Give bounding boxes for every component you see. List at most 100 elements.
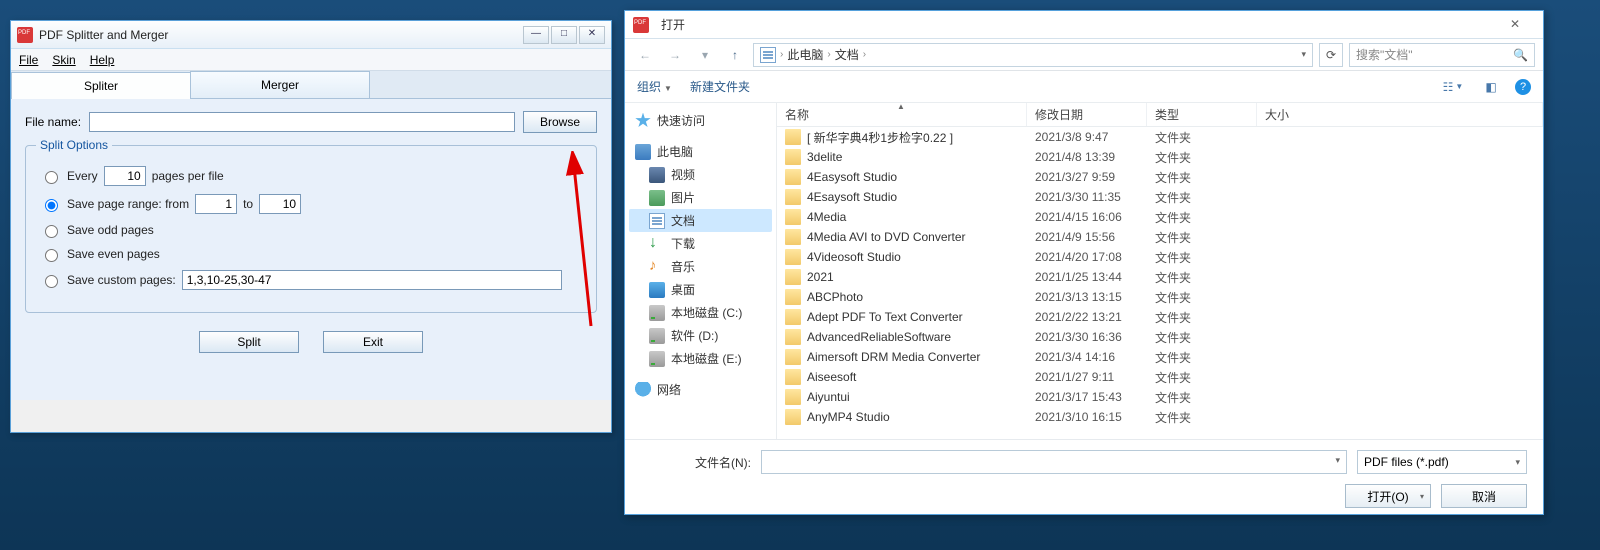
minimize-button[interactable]: —: [523, 26, 549, 44]
maximize-button[interactable]: □: [551, 26, 577, 44]
nav-up-button[interactable]: ↑: [723, 43, 747, 67]
tree-item[interactable]: 快速访问: [629, 109, 772, 132]
every-value-input[interactable]: [104, 166, 146, 186]
tree-item[interactable]: 视频: [629, 163, 772, 186]
open-button[interactable]: 打开(O): [1345, 484, 1431, 508]
tree-item[interactable]: ♪音乐: [629, 255, 772, 278]
help-button[interactable]: ?: [1515, 79, 1531, 95]
file-row[interactable]: 4Easysoft Studio2021/3/27 9:59文件夹: [777, 167, 1543, 187]
breadcrumb-doc-icon: [760, 47, 776, 63]
range-to-input[interactable]: [259, 194, 301, 214]
refresh-button[interactable]: ⟳: [1319, 43, 1343, 67]
tree-item-label: 软件 (D:): [671, 327, 718, 344]
menu-skin[interactable]: Skin: [52, 53, 75, 67]
pc-icon: [635, 144, 651, 160]
open-close-button[interactable]: ✕: [1495, 15, 1535, 35]
toolbar-organize[interactable]: 组织▼: [637, 78, 672, 95]
file-row[interactable]: 20212021/1/25 13:44文件夹: [777, 267, 1543, 287]
filename-input[interactable]: [89, 112, 515, 132]
custom-pages-input[interactable]: [182, 270, 562, 290]
nav-recent-button[interactable]: ▾: [693, 43, 717, 67]
file-name: Aiyuntui: [807, 390, 850, 404]
file-name: AdvancedReliableSoftware: [807, 330, 951, 344]
file-row[interactable]: 4Videosoft Studio2021/4/20 17:08文件夹: [777, 247, 1543, 267]
file-name: 2021: [807, 270, 834, 284]
tree-item[interactable]: ↓下载: [629, 232, 772, 255]
breadcrumb-p1[interactable]: 此电脑: [787, 46, 823, 63]
open-filename-input[interactable]: [761, 450, 1347, 474]
tree-item-label: 快速访问: [657, 112, 705, 129]
file-row[interactable]: AdvancedReliableSoftware2021/3/30 16:36文…: [777, 327, 1543, 347]
toolbar-new-folder[interactable]: 新建文件夹: [690, 78, 750, 95]
file-type-filter-label: PDF files (*.pdf): [1364, 455, 1449, 469]
file-row[interactable]: [ 新华字典4秒1步检字0.22 ]2021/3/8 9:47文件夹: [777, 127, 1543, 147]
radio-page-range[interactable]: [45, 199, 58, 212]
file-row[interactable]: ABCPhoto2021/3/13 13:15文件夹: [777, 287, 1543, 307]
folder-icon: [785, 209, 801, 225]
file-type-filter[interactable]: PDF files (*.pdf): [1357, 450, 1527, 474]
breadcrumb-dropdown-icon[interactable]: ▾: [1301, 49, 1306, 60]
file-row[interactable]: 4Media2021/4/15 16:06文件夹: [777, 207, 1543, 227]
file-list[interactable]: [ 新华字典4秒1步检字0.22 ]2021/3/8 9:47文件夹3delit…: [777, 127, 1543, 439]
tree-item[interactable]: 桌面: [629, 278, 772, 301]
file-row[interactable]: 4Media AVI to DVD Converter2021/4/9 15:5…: [777, 227, 1543, 247]
file-row[interactable]: Aimersoft DRM Media Converter2021/3/4 14…: [777, 347, 1543, 367]
vid-icon: [649, 167, 665, 183]
breadcrumb-bar[interactable]: › 此电脑 › 文档 › ▾: [753, 43, 1313, 67]
preview-pane-button[interactable]: ◧: [1477, 76, 1505, 98]
folder-icon: [785, 329, 801, 345]
file-name: AnyMP4 Studio: [807, 410, 890, 424]
col-header-size[interactable]: 大小: [1257, 103, 1543, 126]
tree-item[interactable]: 软件 (D:): [629, 324, 772, 347]
menu-file[interactable]: File: [19, 53, 38, 67]
folder-tree[interactable]: 快速访问此电脑视频图片文档↓下载♪音乐桌面本地磁盘 (C:) 软件 (D:) 本地磁…: [625, 103, 777, 439]
folder-icon: [785, 249, 801, 265]
pdf-titlebar[interactable]: PDF Splitter and Merger — □ ✕: [11, 21, 611, 49]
tree-item[interactable]: 图片: [629, 186, 772, 209]
tree-item[interactable]: 本地磁盘 (C:): [629, 301, 772, 324]
custom-label: Save custom pages:: [67, 273, 176, 287]
tree-item-label: 本地磁盘 (E:): [671, 350, 742, 367]
file-list-header[interactable]: ▲ 名称 修改日期 类型 大小: [777, 103, 1543, 127]
cancel-button[interactable]: 取消: [1441, 484, 1527, 508]
tab-spliter[interactable]: Spliter: [11, 72, 191, 99]
browse-button[interactable]: Browse: [523, 111, 597, 133]
file-type: 文件夹: [1147, 149, 1257, 166]
file-name: Aimersoft DRM Media Converter: [807, 350, 980, 364]
view-options-button[interactable]: ☷▼: [1439, 76, 1467, 98]
file-row[interactable]: Adept PDF To Text Converter2021/2/22 13:…: [777, 307, 1543, 327]
file-row[interactable]: AnyMP4 Studio2021/3/10 16:15文件夹: [777, 407, 1543, 427]
tab-merger[interactable]: Merger: [190, 71, 370, 98]
tree-item[interactable]: 网络: [629, 378, 772, 401]
file-row[interactable]: 3delite2021/4/8 13:39文件夹: [777, 147, 1543, 167]
radio-odd-pages[interactable]: [45, 225, 58, 238]
search-input[interactable]: 搜索"文档" 🔍: [1349, 43, 1535, 67]
radio-even-pages[interactable]: [45, 249, 58, 262]
folder-icon: [785, 409, 801, 425]
col-header-date[interactable]: 修改日期: [1027, 103, 1147, 126]
file-type: 文件夹: [1147, 289, 1257, 306]
radio-every[interactable]: [45, 171, 58, 184]
tree-item[interactable]: 文档: [629, 209, 772, 232]
file-row[interactable]: 4Esaysoft Studio2021/3/30 11:35文件夹: [777, 187, 1543, 207]
range-from-input[interactable]: [195, 194, 237, 214]
file-type: 文件夹: [1147, 209, 1257, 226]
pdf-menubar: File Skin Help: [11, 49, 611, 71]
folder-icon: [785, 309, 801, 325]
exit-button[interactable]: Exit: [323, 331, 423, 353]
file-name: 4Esaysoft Studio: [807, 190, 897, 204]
tree-item[interactable]: 此电脑: [629, 140, 772, 163]
col-header-type[interactable]: 类型: [1147, 103, 1257, 126]
nav-forward-button[interactable]: →: [663, 43, 687, 67]
menu-help[interactable]: Help: [90, 53, 115, 67]
breadcrumb-p2[interactable]: 文档: [835, 46, 859, 63]
file-row[interactable]: Aiseesoft2021/1/27 9:11文件夹: [777, 367, 1543, 387]
split-button[interactable]: Split: [199, 331, 299, 353]
nav-back-button[interactable]: ←: [633, 43, 657, 67]
open-titlebar[interactable]: 打开 ✕: [625, 11, 1543, 39]
radio-custom-pages[interactable]: [45, 275, 58, 288]
file-row[interactable]: Aiyuntui2021/3/17 15:43文件夹: [777, 387, 1543, 407]
close-button[interactable]: ✕: [579, 26, 605, 44]
file-date: 2021/3/8 9:47: [1027, 130, 1147, 144]
tree-item[interactable]: 本地磁盘 (E:): [629, 347, 772, 370]
